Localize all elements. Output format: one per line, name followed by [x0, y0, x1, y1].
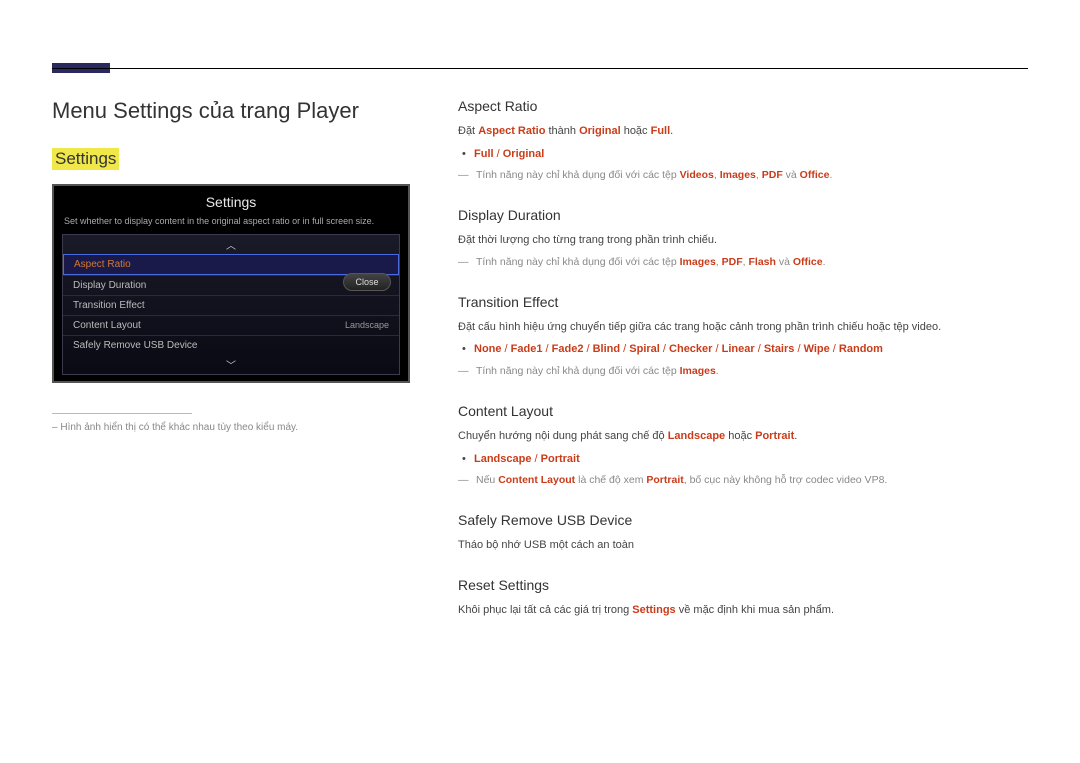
section-title: Transition Effect	[458, 294, 1028, 310]
panel-item-label: Display Duration	[73, 280, 389, 291]
footnote-text: – Hình ảnh hiển thị có thể khác nhau tùy…	[52, 422, 410, 433]
panel-title: Settings	[54, 186, 408, 216]
aspect-description: Đặt Aspect Ratio thành Original hoặc Ful…	[458, 122, 1028, 141]
page-body: Menu Settings của trang Player Settings …	[52, 98, 1028, 642]
aspect-options: Full / Original	[458, 145, 1028, 164]
section-title: Content Layout	[458, 403, 1028, 419]
section-title: Safely Remove USB Device	[458, 512, 1028, 528]
aspect-note: Tính năng này chỉ khả dụng đối với các t…	[458, 167, 1028, 185]
header-rule	[52, 68, 1028, 69]
left-column: Menu Settings của trang Player Settings …	[52, 98, 410, 642]
duration-description: Đặt thời lượng cho từng trang trong phần…	[458, 231, 1028, 250]
transition-note: Tính năng này chỉ khả dụng đối với các t…	[458, 363, 1028, 381]
panel-item-value: Landscape	[345, 320, 389, 330]
section-aspect-ratio: Aspect Ratio Đặt Aspect Ratio thành Orig…	[458, 98, 1028, 185]
settings-heading: Settings	[52, 148, 119, 170]
panel-description: Set whether to display content in the or…	[54, 216, 408, 234]
layout-description: Chuyển hướng nội dung phát sang chế độ L…	[458, 427, 1028, 446]
close-button[interactable]: Close	[343, 273, 391, 291]
usb-description: Tháo bộ nhớ USB một cách an toàn	[458, 536, 1028, 555]
panel-list: ︿ Aspect Ratio Display Duration Transiti…	[62, 234, 400, 375]
section-content-layout: Content Layout Chuyển hướng nội dung phá…	[458, 403, 1028, 490]
transition-description: Đặt cấu hình hiệu ứng chuyển tiếp giữa c…	[458, 318, 1028, 337]
layout-options: Landscape / Portrait	[458, 450, 1028, 469]
transition-options: None / Fade1 / Fade2 / Blind / Spiral / …	[458, 340, 1028, 359]
panel-item-transition-effect[interactable]: Transition Effect	[63, 295, 399, 315]
panel-item-label: Content Layout	[73, 320, 345, 331]
panel-item-content-layout[interactable]: Content Layout Landscape	[63, 315, 399, 335]
section-safely-remove-usb: Safely Remove USB Device Tháo bộ nhớ USB…	[458, 512, 1028, 555]
footnote-rule	[52, 413, 192, 414]
scroll-up-icon[interactable]: ︿	[63, 235, 399, 254]
section-title: Aspect Ratio	[458, 98, 1028, 114]
page-title: Menu Settings của trang Player	[52, 98, 410, 124]
section-title: Reset Settings	[458, 577, 1028, 593]
duration-note: Tính năng này chỉ khả dụng đối với các t…	[458, 254, 1028, 272]
footnote-content: Hình ảnh hiển thị có thể khác nhau tùy t…	[60, 422, 298, 433]
panel-item-label: Transition Effect	[73, 300, 389, 311]
right-column: Aspect Ratio Đặt Aspect Ratio thành Orig…	[458, 98, 1028, 642]
section-reset-settings: Reset Settings Khôi phục lại tất cả các …	[458, 577, 1028, 620]
settings-panel-screenshot: Settings Set whether to display content …	[52, 184, 410, 383]
reset-description: Khôi phục lại tất cả các giá trị trong S…	[458, 601, 1028, 620]
panel-item-label: Safely Remove USB Device	[73, 340, 389, 351]
panel-item-label: Aspect Ratio	[74, 259, 388, 270]
layout-note: Nếu Content Layout là chế độ xem Portrai…	[458, 472, 1028, 490]
panel-item-safely-remove-usb[interactable]: Safely Remove USB Device	[63, 335, 399, 355]
section-title: Display Duration	[458, 207, 1028, 223]
section-display-duration: Display Duration Đặt thời lượng cho từng…	[458, 207, 1028, 272]
scroll-down-icon[interactable]: ﹀	[63, 355, 399, 374]
panel-item-aspect-ratio[interactable]: Aspect Ratio	[63, 254, 399, 275]
section-transition-effect: Transition Effect Đặt cấu hình hiệu ứng …	[458, 294, 1028, 381]
